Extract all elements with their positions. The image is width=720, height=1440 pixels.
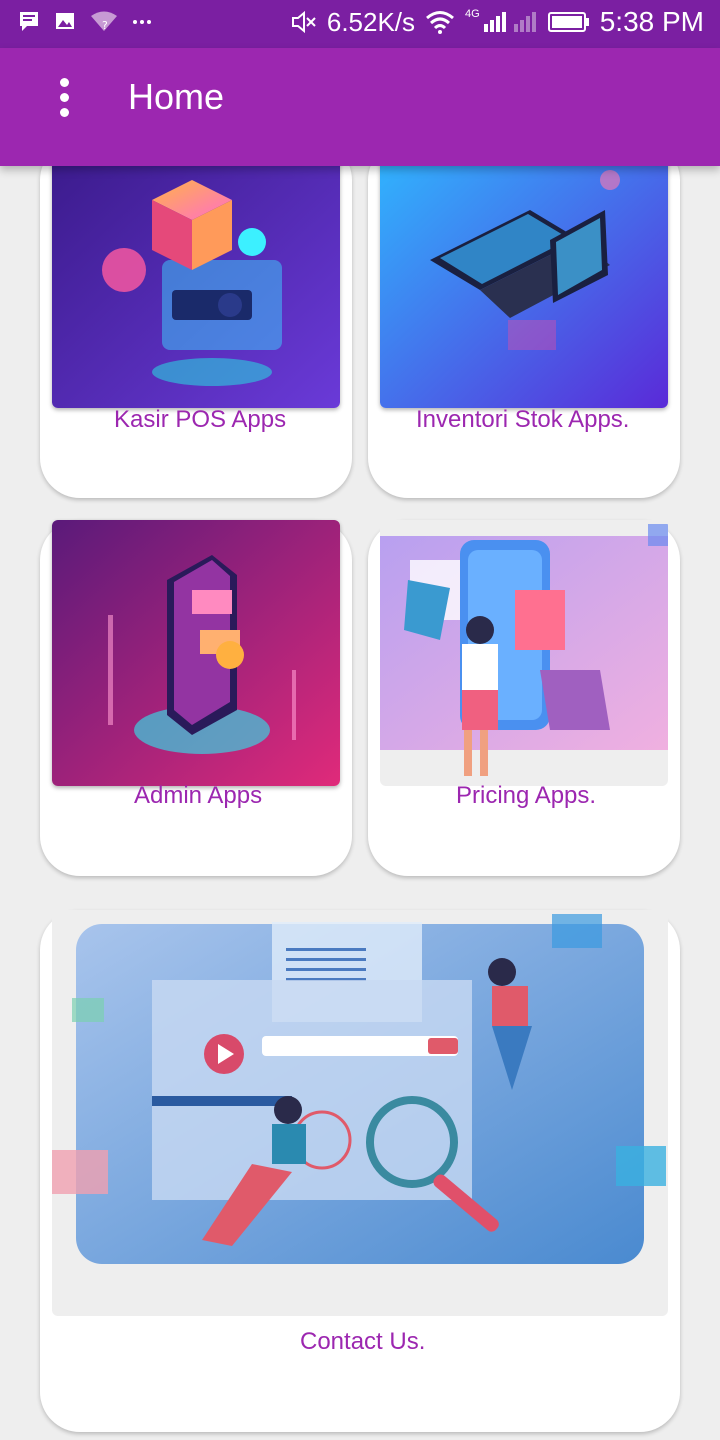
more-vertical-icon[interactable] — [44, 72, 84, 122]
message-icon — [20, 12, 38, 31]
network-type: 4G — [465, 8, 480, 20]
svg-text:?: ? — [102, 19, 108, 32]
signal-icon — [483, 12, 536, 32]
kasir-pos-illustration — [52, 140, 340, 408]
pricing-card[interactable]: Pricing Apps. — [368, 520, 680, 876]
kasir-pos-card[interactable]: Kasir POS Apps — [40, 140, 352, 498]
wifi-question-icon: ? — [91, 11, 117, 32]
contact-us-card[interactable]: Contact Us. — [40, 910, 680, 1432]
pricing-label: Pricing Apps. — [456, 782, 597, 809]
status-bar-right: 6.52K/s 4G 5:38 PM — [291, 6, 704, 38]
net-speed: 6.52K/s — [326, 6, 416, 37]
pricing-illustration — [380, 520, 668, 786]
admin-label: Admin Apps — [134, 782, 263, 809]
contact-us-illustration — [52, 910, 668, 1316]
status-bar: ? 6.52K/s 4G 5:38 PM — [0, 0, 720, 48]
battery-icon — [547, 12, 589, 32]
mute-icon — [291, 10, 316, 34]
clock: 5:38 PM — [599, 6, 704, 37]
wifi-icon — [426, 11, 454, 34]
kasir-pos-label: Kasir POS Apps — [114, 406, 287, 433]
image-icon — [56, 13, 74, 29]
more-dots-icon — [133, 20, 151, 24]
page-title: Home — [128, 76, 225, 117]
contact-us-label: Contact Us. — [300, 1328, 426, 1355]
admin-card[interactable]: Admin Apps — [40, 520, 352, 876]
inventori-stok-label: Inventori Stok Apps. — [416, 406, 630, 433]
inventori-stok-card[interactable]: Inventori Stok Apps. — [368, 140, 680, 498]
status-bar-left: ? — [18, 10, 152, 32]
app-bar: Home — [0, 48, 720, 166]
inventori-stok-illustration — [380, 140, 668, 408]
admin-illustration — [52, 520, 340, 786]
